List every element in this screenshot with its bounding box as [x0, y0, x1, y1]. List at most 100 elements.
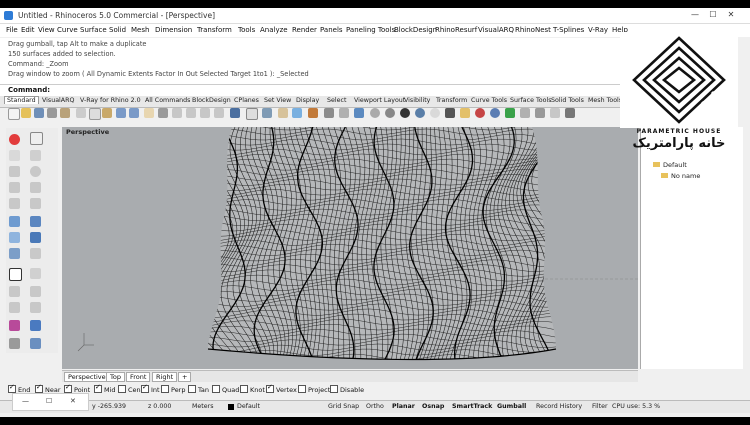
- tab-standard[interactable]: Standard: [4, 96, 39, 104]
- restore-button[interactable]: ☐: [46, 397, 52, 405]
- toggle-planar[interactable]: Planar: [392, 403, 415, 410]
- menu-surface[interactable]: Surface: [80, 26, 107, 34]
- array-icon[interactable]: [30, 320, 41, 331]
- menu-view[interactable]: View: [38, 26, 55, 34]
- tab-select[interactable]: Select: [327, 97, 346, 104]
- maximize-icon[interactable]: ☐: [704, 10, 722, 19]
- blue-sphere-icon[interactable]: [490, 108, 500, 118]
- osnap-knot[interactable]: Knot: [240, 385, 265, 394]
- curve-icon[interactable]: [30, 182, 41, 193]
- ellipse-icon[interactable]: [30, 198, 41, 209]
- four-viewports-icon[interactable]: [246, 108, 258, 120]
- tab-curve-tools[interactable]: Curve Tools: [471, 97, 507, 104]
- lightbulb-icon[interactable]: [308, 108, 318, 118]
- info-icon[interactable]: [9, 134, 20, 145]
- tab-surface-tools[interactable]: Surface Tools: [510, 97, 552, 104]
- menu-vray[interactable]: V-Ray: [588, 26, 608, 34]
- tab-cplanes[interactable]: CPlanes: [234, 97, 259, 104]
- current-layer[interactable]: Default: [237, 403, 260, 410]
- menu-rhinoresurf[interactable]: RhinoResurf: [435, 26, 477, 34]
- menu-solid[interactable]: Solid: [109, 26, 126, 34]
- xray-sphere-icon[interactable]: [430, 108, 440, 118]
- text-icon[interactable]: [30, 268, 41, 279]
- new-file-icon[interactable]: [8, 108, 20, 120]
- tab-visibility[interactable]: Visibility: [404, 97, 430, 104]
- sweep-icon[interactable]: [9, 248, 20, 259]
- select-all-icon[interactable]: [292, 108, 302, 118]
- minimize-button[interactable]: —: [22, 397, 29, 405]
- close-icon[interactable]: ✕: [722, 10, 740, 19]
- move-icon[interactable]: [9, 286, 20, 297]
- menu-tsplines[interactable]: T-Splines: [553, 26, 584, 34]
- osnap-project[interactable]: Project: [298, 385, 330, 394]
- hide-icon[interactable]: [324, 108, 334, 118]
- rendered-sphere-icon[interactable]: [400, 108, 410, 118]
- rectangle-icon[interactable]: [9, 198, 20, 209]
- osnap-mid[interactable]: Mid: [94, 383, 116, 394]
- layers-icon[interactable]: [354, 108, 364, 118]
- lock-icon[interactable]: [339, 108, 349, 118]
- layer-row[interactable]: Default: [653, 161, 700, 169]
- rotate-view-icon[interactable]: [158, 108, 168, 118]
- line-icon[interactable]: [9, 166, 20, 177]
- viewport-icon[interactable]: [9, 268, 22, 281]
- copy-object-icon[interactable]: [30, 286, 41, 297]
- toggle-osnap[interactable]: Osnap: [422, 403, 444, 410]
- tab-display[interactable]: Display: [296, 97, 319, 104]
- undo-view-icon[interactable]: [230, 108, 240, 118]
- wireframe-sphere-icon[interactable]: [370, 108, 380, 118]
- redo-icon[interactable]: [129, 108, 139, 118]
- paste-icon[interactable]: [102, 108, 112, 118]
- open-folder-icon[interactable]: [21, 108, 31, 118]
- menu-paneling-tools[interactable]: Paneling Tools: [346, 26, 395, 34]
- more-tools-icon[interactable]: [565, 108, 575, 118]
- analyze-icon[interactable]: [9, 338, 20, 349]
- import-icon[interactable]: [60, 108, 70, 118]
- loft-icon[interactable]: [9, 232, 20, 243]
- tab-vray[interactable]: V-Ray for Rhino 2.0: [80, 97, 141, 104]
- save-icon[interactable]: [34, 108, 44, 118]
- osnap-int[interactable]: Int: [141, 383, 160, 394]
- polyline-icon[interactable]: [30, 150, 41, 161]
- tab-viewport-layout[interactable]: Viewport Layout: [354, 97, 405, 104]
- menu-transform[interactable]: Transform: [197, 26, 232, 34]
- tab-front[interactable]: Front: [126, 372, 151, 382]
- osnap-vertex[interactable]: Vertex: [266, 383, 297, 394]
- tab-transform[interactable]: Transform: [436, 97, 467, 104]
- shaded-sphere-icon[interactable]: [385, 108, 395, 118]
- arc-icon[interactable]: [9, 182, 20, 193]
- tab-right[interactable]: Right: [152, 372, 178, 382]
- copy-icon[interactable]: [89, 108, 101, 120]
- osnap-cen[interactable]: Cen: [118, 385, 141, 394]
- green-block-icon[interactable]: [505, 108, 515, 118]
- point-icon[interactable]: [9, 150, 20, 161]
- cplane-icon[interactable]: [262, 108, 272, 118]
- help-icon[interactable]: [550, 108, 560, 118]
- tab-visualarq[interactable]: VisualARQ: [42, 97, 74, 104]
- menu-visualarq[interactable]: VisualARQ: [478, 26, 514, 34]
- material-icon[interactable]: [460, 108, 470, 118]
- menu-blockdesign[interactable]: BlockDesign: [394, 26, 437, 34]
- toggle-smarttrack[interactable]: SmartTrack: [452, 403, 492, 410]
- rotate-icon[interactable]: [9, 302, 20, 313]
- pan-hand-icon[interactable]: [144, 108, 154, 118]
- close-button[interactable]: ✕: [70, 397, 76, 405]
- menu-file[interactable]: File: [6, 26, 18, 34]
- tab-blockdesign[interactable]: BlockDesign: [192, 97, 231, 104]
- tab-set-view[interactable]: Set View: [264, 97, 291, 104]
- parametric-mesh-model[interactable]: [62, 127, 638, 369]
- menu-dimension[interactable]: Dimension: [155, 26, 192, 34]
- layer-row[interactable]: No name: [661, 172, 700, 180]
- ghosted-sphere-icon[interactable]: [415, 108, 425, 118]
- menu-panels[interactable]: Panels: [320, 26, 343, 34]
- menu-mesh[interactable]: Mesh: [131, 26, 149, 34]
- units-label[interactable]: Meters: [192, 403, 214, 410]
- options-icon[interactable]: [520, 108, 530, 118]
- undo-icon[interactable]: [116, 108, 126, 118]
- perspective-viewport[interactable]: Perspective: [62, 127, 638, 369]
- osnap-quad[interactable]: Quad: [212, 385, 239, 394]
- print-icon[interactable]: [47, 108, 57, 118]
- toggle-filter[interactable]: Filter: [592, 403, 608, 410]
- select-arrow-icon[interactable]: [30, 132, 43, 145]
- extrude-icon[interactable]: [30, 216, 41, 227]
